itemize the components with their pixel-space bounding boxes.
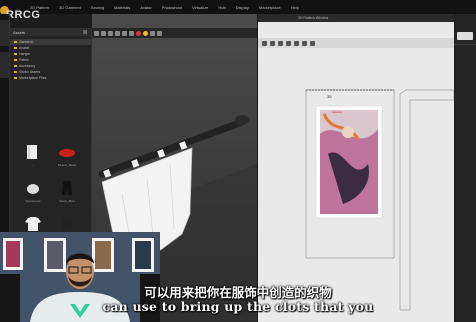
menu-virtualize[interactable]: Virtualize (192, 5, 208, 10)
property-panel (454, 14, 476, 322)
tab-extra[interactable] (0, 52, 9, 78)
close-icon[interactable] (83, 30, 87, 34)
asset-label: Pants_Men (59, 199, 75, 203)
watermark: RRCG (6, 9, 41, 21)
dimension-label: 39 (327, 94, 332, 99)
folder-list: Garment Avatar Hanger Fabric Accessory S… (10, 39, 91, 81)
asset-item[interactable]: ... (20, 144, 46, 167)
subtitle-english: can use to bring up the clots that you (102, 299, 374, 314)
menu-sewing[interactable]: Sewing (91, 5, 104, 10)
pattern-canvas (305, 89, 454, 311)
asset-label: Sportswear (25, 199, 41, 203)
cap-icon (27, 184, 39, 194)
divider (454, 44, 476, 45)
menu-materials[interactable]: Materials (114, 5, 130, 10)
menu-help[interactable]: Help (291, 5, 299, 10)
asset-item[interactable]: Beanie_Beret (54, 144, 80, 167)
folder-item[interactable]: Marketplace Files (10, 75, 91, 81)
menu-marketplace[interactable]: Marketplace (259, 5, 281, 10)
tab-library[interactable] (0, 20, 9, 46)
menu-photoshoot[interactable]: Photoshoot (162, 5, 182, 10)
menu-bar: 2D Pattern 3D Garment Sewing Materials A… (0, 0, 476, 14)
tshirt-icon (25, 217, 41, 231)
asset-item[interactable]: Pants_Men (54, 180, 80, 203)
beret-icon (59, 149, 75, 157)
menu-3d-garment[interactable]: 3D Garment (59, 5, 81, 10)
viewport-2d[interactable]: 2D Pattern Window 39 tapestry (258, 14, 454, 322)
asset-label: Beanie_Beret (57, 163, 77, 167)
asset-item[interactable]: Sportswear (20, 180, 46, 203)
asset-label: ... (31, 163, 35, 167)
pants-icon (62, 181, 72, 195)
tapestry-tag: tapestry (332, 110, 343, 114)
book-icon (27, 145, 37, 159)
menu-hub[interactable]: Hub (218, 5, 225, 10)
menu-display[interactable]: Display (236, 5, 249, 10)
pants-icon (62, 217, 72, 231)
assets-panel-title: Assets (10, 28, 91, 36)
menu-avatar[interactable]: Avatar (140, 5, 152, 10)
panel-button[interactable] (457, 32, 473, 40)
